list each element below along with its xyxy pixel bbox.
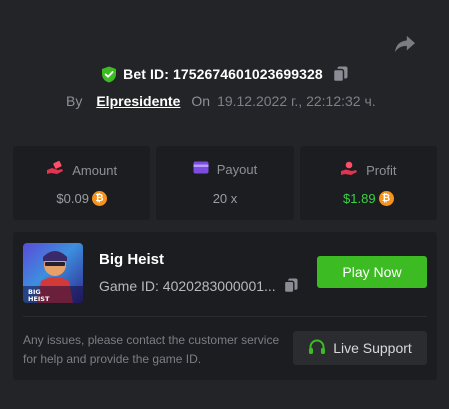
bet-id-row: Bet ID: 1752674601023699328 xyxy=(0,64,449,84)
headset-icon xyxy=(308,338,326,359)
divider xyxy=(23,316,427,317)
stat-amount-label: Amount xyxy=(72,162,118,178)
bet-hand-icon xyxy=(46,160,64,179)
stat-amount-value: $0.09 xyxy=(56,191,89,206)
game-card: BIG HEIST Big Heist Game ID: 40202830000… xyxy=(13,232,437,380)
bet-stats: Amount $0.09 ₿ Payout 20 x Profit $1.89 … xyxy=(13,146,437,220)
support-help-text: Any issues, please contact the customer … xyxy=(23,333,280,366)
game-id: Game ID: 4020283000001... xyxy=(99,278,276,294)
stat-payout-label: Payout xyxy=(216,161,258,177)
username-link[interactable]: Elpresidente xyxy=(96,93,180,109)
stat-amount: Amount $0.09 ₿ xyxy=(13,146,151,220)
game-id-row: Game ID: 4020283000001... xyxy=(99,278,299,294)
game-title: Big Heist xyxy=(99,251,165,268)
bitcoin-icon: ₿ xyxy=(91,191,107,206)
live-support-button[interactable]: Live Support xyxy=(293,331,427,365)
copy-icon[interactable] xyxy=(332,66,348,82)
bitcoin-icon: ₿ xyxy=(378,191,394,206)
wallet-card-icon xyxy=(193,161,209,177)
share-icon[interactable] xyxy=(394,34,416,54)
by-label: By xyxy=(66,93,83,109)
stat-profit-label: Profit xyxy=(366,162,397,178)
stat-profit: Profit $1.89 ₿ xyxy=(299,146,437,220)
shield-check-icon xyxy=(101,66,117,83)
profit-hand-icon xyxy=(340,161,358,179)
copy-icon[interactable] xyxy=(283,278,299,294)
live-support-label: Live Support xyxy=(333,340,412,356)
play-now-button[interactable]: Play Now xyxy=(317,256,427,288)
stat-profit-value: $1.89 xyxy=(343,191,376,206)
on-label: On xyxy=(191,93,211,109)
bet-id: Bet ID: 1752674601023699328 xyxy=(123,66,323,82)
stat-payout-value: 20 x xyxy=(212,191,238,206)
bet-date: 19.12.2022 г., 22:12:32 ч. xyxy=(217,93,376,109)
bet-meta: By Elpresidente On 19.12.2022 г., 22:12:… xyxy=(66,92,376,110)
stat-payout: Payout 20 x xyxy=(156,146,294,220)
svg-text:HEIST: HEIST xyxy=(28,295,50,303)
game-thumbnail[interactable]: BIG HEIST xyxy=(23,243,83,303)
